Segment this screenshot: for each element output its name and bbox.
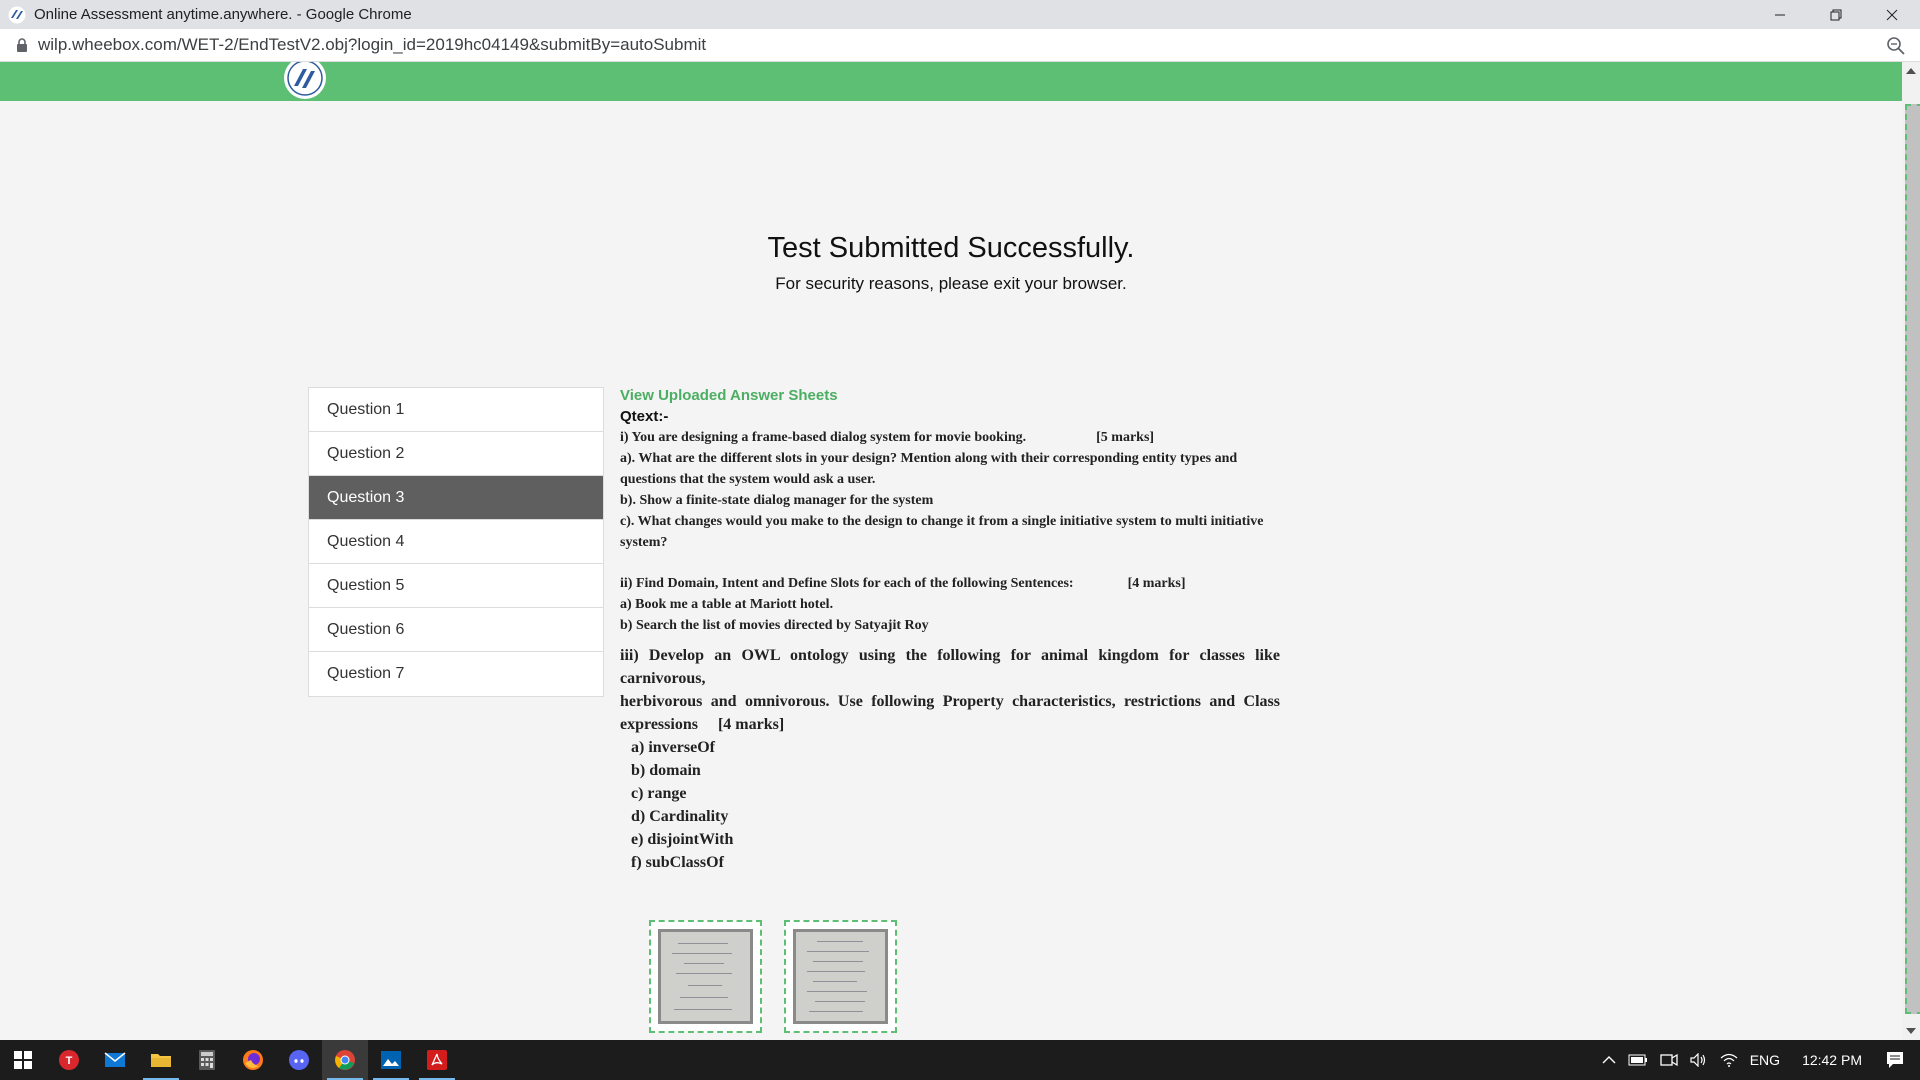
page-title: Test Submitted Successfully. <box>767 232 1135 264</box>
chrome-icon[interactable] <box>322 1040 368 1080</box>
wifi-icon[interactable] <box>1714 1053 1744 1067</box>
answer-sheet-thumbnail-2[interactable] <box>784 920 897 1033</box>
firefox-icon[interactable] <box>230 1040 276 1080</box>
part1-marks: [5 marks] <box>1096 430 1155 445</box>
answer-sheet-image <box>658 929 753 1024</box>
view-answer-sheets-link[interactable]: View Uploaded Answer Sheets <box>620 386 1280 406</box>
question-item-1[interactable]: Question 1 <box>309 388 603 432</box>
mail-icon[interactable] <box>92 1040 138 1080</box>
part2-title-line: ii) Find Domain, Intent and Define Slots… <box>620 573 1280 594</box>
question-item-2[interactable]: Question 2 <box>309 432 603 476</box>
part2-a: a) Book me a table at Mariott hotel. <box>620 597 834 612</box>
part3-line1: iii) Develop an OWL ontology using the f… <box>620 647 1280 687</box>
part1-title-line: i) You are designing a frame-based dialo… <box>620 427 1280 448</box>
window-title: Online Assessment anytime.anywhere. - Go… <box>34 6 412 23</box>
clock[interactable]: 12:42 PM <box>1786 1052 1878 1068</box>
part3-line2-wrap: herbivorous and omnivorous. Use followin… <box>620 690 1280 736</box>
volume-icon[interactable] <box>1684 1053 1714 1067</box>
page-viewport: Test Submitted Successfully. For securit… <box>0 62 1902 1040</box>
page-subtitle: For security reasons, please exit your b… <box>775 274 1127 293</box>
part3-item-1: a) inverseOf <box>631 739 715 756</box>
part3-item-4: d) Cardinality <box>631 808 729 825</box>
window-controls <box>1752 0 1920 29</box>
question-list: Question 1 Question 2 Question 3 Questio… <box>308 387 604 697</box>
part3-item-6: f) subClassOf <box>631 854 724 871</box>
question-item-3[interactable]: Question 3 <box>309 476 603 520</box>
discord-icon[interactable] <box>276 1040 322 1080</box>
part1-b: b). Show a finite-state dialog manager f… <box>620 493 934 508</box>
question-item-5[interactable]: Question 5 <box>309 564 603 608</box>
lock-icon[interactable] <box>16 38 28 52</box>
windows-start-icon[interactable] <box>0 1040 46 1080</box>
calculator-icon[interactable] <box>184 1040 230 1080</box>
close-icon[interactable] <box>1864 0 1920 29</box>
site-logo-icon <box>284 62 326 99</box>
question-item-7[interactable]: Question 7 <box>309 652 603 696</box>
part1-title: i) You are designing a frame-based dialo… <box>620 430 1027 445</box>
part1-a: a). What are the different slots in your… <box>620 451 1238 487</box>
question-item-6[interactable]: Question 6 <box>309 608 603 652</box>
part1-c: c). What changes would you make to the d… <box>620 514 1264 550</box>
acrobat-icon[interactable] <box>414 1040 460 1080</box>
meet-now-icon[interactable] <box>1654 1053 1684 1067</box>
window-titlebar: Online Assessment anytime.anywhere. - Go… <box>0 0 1920 29</box>
part3-item-5: e) disjointWith <box>631 831 734 848</box>
scroll-down-icon[interactable] <box>1906 1028 1916 1034</box>
todoist-icon[interactable]: T <box>46 1040 92 1080</box>
system-tray: ENG 12:42 PM <box>1596 1040 1920 1080</box>
answer-sheet-thumbnail-1[interactable] <box>649 920 762 1033</box>
file-explorer-icon[interactable] <box>138 1040 184 1080</box>
answer-sheet-image <box>793 929 888 1024</box>
zoom-icon[interactable] <box>1886 36 1906 56</box>
windows-taskbar: T ENG 12:42 PM <box>0 1040 1920 1080</box>
battery-icon[interactable] <box>1622 1054 1654 1066</box>
part3-item-2: b) domain <box>631 762 701 779</box>
page-scrollbar[interactable] <box>1902 62 1920 1040</box>
qtext-label: Qtext:- <box>620 408 669 425</box>
url-text[interactable]: wilp.wheebox.com/WET-2/EndTestV2.obj?log… <box>38 35 706 55</box>
part2-marks: [4 marks] <box>1127 576 1186 591</box>
wheebox-logo-icon <box>8 6 26 23</box>
restore-icon[interactable] <box>1808 0 1864 29</box>
part3-item-3: c) range <box>631 785 687 802</box>
chevron-up-icon[interactable] <box>1596 1055 1622 1065</box>
part3-marks: [4 marks] <box>717 716 785 733</box>
notification-icon[interactable] <box>1878 1051 1920 1069</box>
svg-text:T: T <box>66 1055 73 1067</box>
scroll-up-icon[interactable] <box>1906 68 1916 74</box>
question-content: View Uploaded Answer Sheets Qtext:- i) Y… <box>620 386 1280 874</box>
question-item-4[interactable]: Question 4 <box>309 520 603 564</box>
photos-icon[interactable] <box>368 1040 414 1080</box>
address-bar[interactable]: wilp.wheebox.com/WET-2/EndTestV2.obj?log… <box>0 29 1920 62</box>
part2-title: ii) Find Domain, Intent and Define Slots… <box>620 576 1074 591</box>
part3-text: iii) Develop an OWL ontology using the f… <box>620 644 1280 736</box>
language-indicator[interactable]: ENG <box>1744 1052 1786 1068</box>
minimize-icon[interactable] <box>1752 0 1808 29</box>
part2-b: b) Search the list of movies directed by… <box>620 618 929 633</box>
scrollbar-thumb[interactable] <box>1905 104 1920 1014</box>
